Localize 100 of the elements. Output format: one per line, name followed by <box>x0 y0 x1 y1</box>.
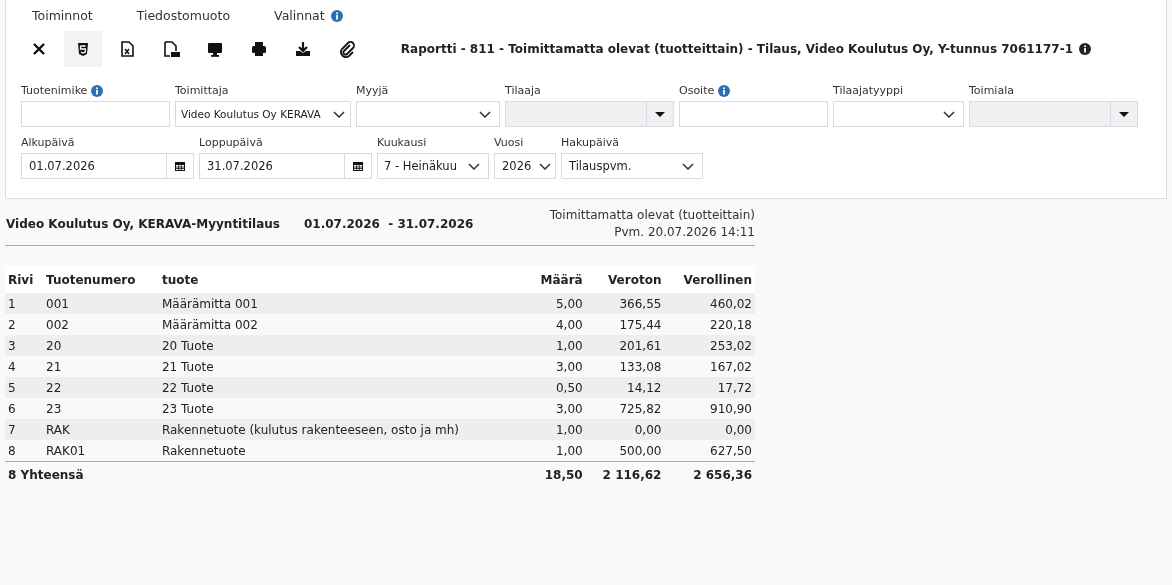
info-icon <box>1079 43 1091 55</box>
dropdown[interactable]: 2026 <box>494 153 556 179</box>
table-cell: 14,12 <box>585 377 665 398</box>
column-header: Veroton <box>585 266 665 293</box>
field-label: Myyjä <box>356 84 389 97</box>
table-cell: 167,02 <box>664 356 755 377</box>
column-header: Määrä <box>527 266 586 293</box>
table-cell: Rakennetuote (kulutus rakenteeseen, osto ja mh) <box>158 419 528 440</box>
table-cell: 001 <box>43 293 159 314</box>
date-field[interactable]: 31.07.2026 <box>199 153 372 179</box>
table-cell: 002 <box>43 314 159 335</box>
table-cell: Määrämitta 002 <box>158 314 528 335</box>
caret-down-icon <box>1119 111 1129 117</box>
chevron-down-icon <box>333 110 345 118</box>
menu-item[interactable]: Toiminnot <box>32 8 93 23</box>
print-date: Pvm. 20.07.2026 14:11 <box>613 224 755 241</box>
table-cell: 2 <box>5 314 43 335</box>
field-label: Toimittaja <box>175 84 229 97</box>
table-cell: 1,00 <box>527 335 586 356</box>
table-cell: 5,00 <box>527 293 586 314</box>
date-field[interactable]: 01.07.2026 <box>21 153 194 179</box>
field-label: Toimiala <box>969 84 1014 97</box>
input-field[interactable] <box>21 101 170 127</box>
field-label: Kuukausi <box>377 136 427 149</box>
chevron-down-icon <box>539 162 552 170</box>
total-cell: 2 656,36 <box>664 461 755 487</box>
total-cell: 2 116,62 <box>585 461 665 487</box>
chevron-down-icon <box>479 110 491 118</box>
field-label: Tuotenimike <box>21 84 88 97</box>
menu-item[interactable]: Tiedostomuoto <box>136 8 231 23</box>
table-cell: 20 <box>43 335 159 356</box>
field-label: Hakupäivä <box>561 136 620 149</box>
table-cell: 3,00 <box>527 398 586 419</box>
report-title: Raportti - 811 - Toimittamatta olevat (tuotteittain) - Tilaus, Video Koulutus Oy, Y-tunnus 7061177-1 <box>400 42 1073 56</box>
column-header: Verollinen <box>664 266 755 293</box>
table-cell: 253,02 <box>664 335 755 356</box>
excel-file-icon <box>118 40 136 58</box>
download-icon <box>294 40 312 58</box>
table-cell: 500,00 <box>585 440 665 462</box>
table-cell: 133,08 <box>585 356 665 377</box>
table-cell: 22 <box>43 377 159 398</box>
table-cell: 5 <box>5 377 43 398</box>
table-cell: 23 Tuote <box>158 398 528 419</box>
dropdown[interactable]: Video Koulutus Oy KERAVA <box>175 101 351 127</box>
table-cell: 23 <box>43 398 159 419</box>
column-header: tuote <box>158 266 528 293</box>
table-cell: 21 Tuote <box>158 356 528 377</box>
table-cell: 0,00 <box>585 419 665 440</box>
field-label: Tilaaja <box>505 84 541 97</box>
calendar-icon <box>175 161 185 171</box>
caret-down-icon <box>655 111 665 117</box>
table-cell: 20 Tuote <box>158 335 528 356</box>
table-cell: 460,02 <box>664 293 755 314</box>
table-cell: 6 <box>5 398 43 419</box>
table-cell: 4 <box>5 356 43 377</box>
field-label: Loppupäivä <box>199 136 263 149</box>
calendar-icon <box>353 161 363 171</box>
table-cell: 7 <box>5 419 43 440</box>
table-cell: 910,90 <box>664 398 755 419</box>
report-subtitle: Toimittamatta olevat (tuotteittain) <box>549 207 755 224</box>
table-cell: Rakennetuote <box>158 440 528 462</box>
date-range: 01.07.2026 - 31.07.2026 <box>304 217 474 231</box>
input-field[interactable] <box>679 101 828 127</box>
table-cell: 21 <box>43 356 159 377</box>
chevron-down-icon <box>468 162 480 170</box>
printer-icon <box>250 40 268 58</box>
table-cell: 201,61 <box>585 335 665 356</box>
table-cell: 220,18 <box>664 314 755 335</box>
column-header: Rivi <box>5 266 43 293</box>
table-cell: 1,00 <box>527 419 586 440</box>
table-cell: 175,44 <box>585 314 665 335</box>
total-cell: 18,50 <box>527 461 586 487</box>
table-cell: RAK <box>43 419 159 440</box>
field-label: Tilaajatyyppi <box>833 84 904 97</box>
monitor-icon <box>206 40 224 58</box>
table-cell: 3,00 <box>527 356 586 377</box>
paperclip-icon <box>338 40 356 58</box>
table-cell: RAK01 <box>43 440 159 462</box>
table-cell: 17,72 <box>664 377 755 398</box>
table-cell: 1,00 <box>527 440 586 462</box>
field-label: Vuosi <box>494 136 524 149</box>
table-cell: 4,00 <box>527 314 586 335</box>
field-label: Alkupäivä <box>21 136 75 149</box>
dropdown[interactable]: 7 - Heinäkuu <box>377 153 489 179</box>
table-cell: 627,50 <box>664 440 755 462</box>
table-cell: 725,82 <box>585 398 665 419</box>
pdf-file-icon <box>162 40 180 58</box>
table-cell: 8 <box>5 440 43 462</box>
table-cell: 0,00 <box>664 419 755 440</box>
table-cell: Määrämitta 001 <box>158 293 528 314</box>
dropdown[interactable]: Tilauspvm. <box>561 153 703 179</box>
company-name: Video Koulutus Oy, KERAVA-Myyntitilaus <box>6 217 280 231</box>
column-header: Tuotenumero <box>43 266 159 293</box>
menu-item[interactable]: Valinnat <box>274 8 325 23</box>
total-label: 8 Yhteensä <box>5 461 528 487</box>
html5-button[interactable] <box>64 31 102 67</box>
table-cell: 366,55 <box>585 293 665 314</box>
field-label: Osoite <box>679 84 715 97</box>
table-cell: 1 <box>5 293 43 314</box>
table-cell: 0,50 <box>527 377 586 398</box>
